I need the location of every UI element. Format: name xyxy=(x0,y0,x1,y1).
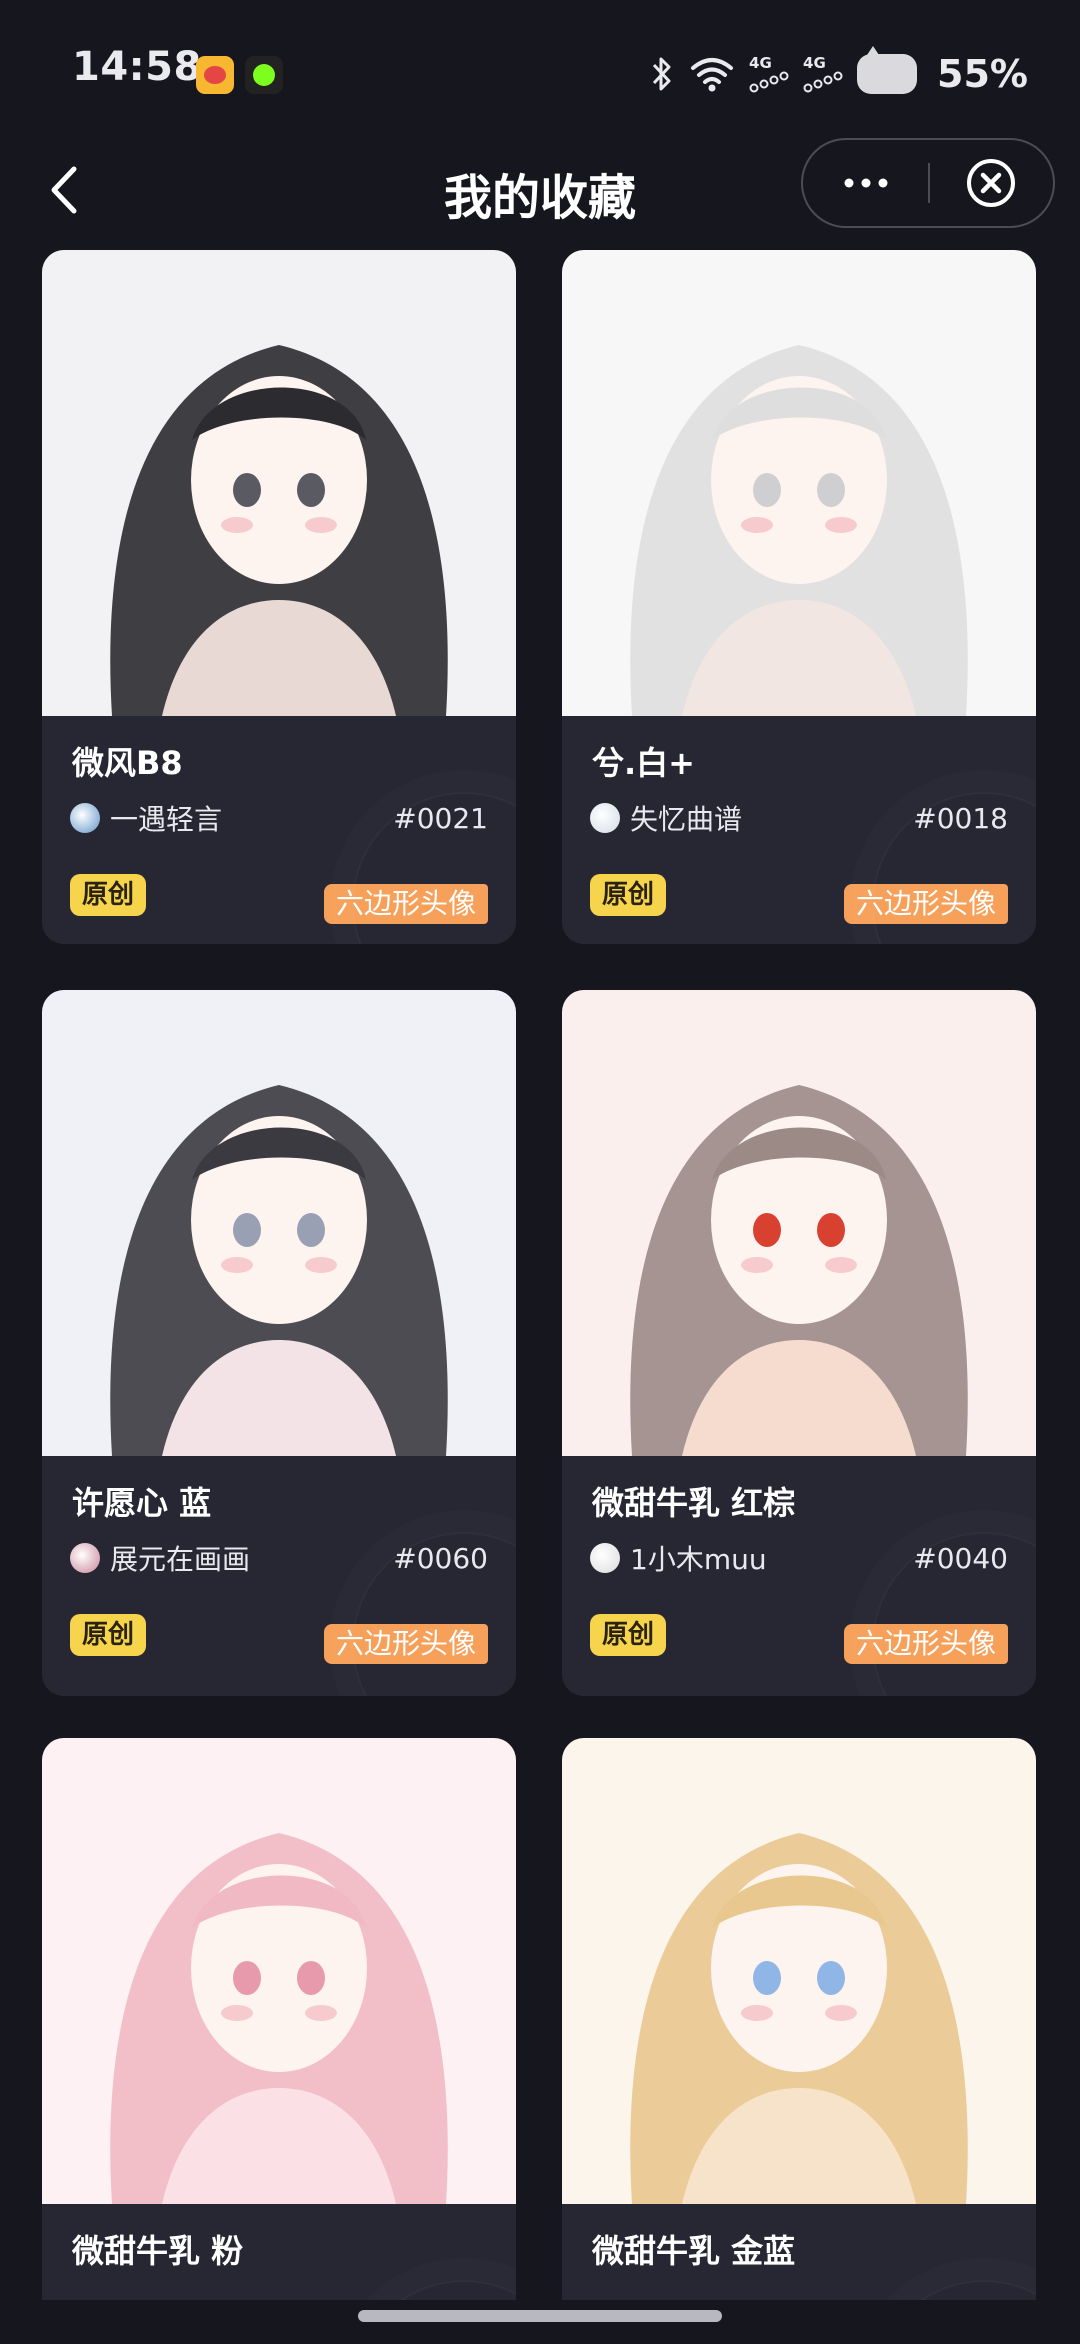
favorite-card[interactable]: 微风B8 一遇轻言 #0021 原创 六边形头像 xyxy=(42,250,516,944)
card-info: 微风B8 一遇轻言 #0021 原创 六边形头像 xyxy=(42,716,516,944)
signal-icon xyxy=(749,71,789,92)
artwork-eye xyxy=(817,473,845,507)
artwork-eye xyxy=(297,1961,325,1995)
weibo-app-icon xyxy=(196,56,234,94)
battery-cat-icon xyxy=(857,46,918,94)
artwork-blush xyxy=(221,1257,253,1273)
network-type-label: 4G xyxy=(749,53,772,72)
author-avatar xyxy=(590,803,620,833)
card-title: 许愿心 蓝 xyxy=(72,1484,212,1522)
author-name: 1小木muu xyxy=(630,1543,767,1576)
favorite-card[interactable]: 微甜牛乳 粉 xyxy=(42,1738,516,2300)
more-dots-icon xyxy=(844,178,887,188)
card-artwork xyxy=(42,1738,516,2204)
artwork-eye xyxy=(233,1213,261,1247)
artwork-blush xyxy=(221,2005,253,2021)
artwork-blush xyxy=(221,517,253,533)
card-title: 微甜牛乳 金蓝 xyxy=(592,2232,796,2270)
close-circle-icon xyxy=(966,159,1015,207)
card-title: 微甜牛乳 粉 xyxy=(72,2232,244,2270)
artwork-blush xyxy=(305,2005,337,2021)
hexagon-avatar-tag: 六边形头像 xyxy=(323,1624,488,1664)
bluetooth-icon xyxy=(652,57,671,91)
author-name: 失忆曲谱 xyxy=(630,803,743,836)
original-badge: 原创 xyxy=(590,874,667,916)
card-artwork xyxy=(562,250,1036,716)
author-avatar xyxy=(70,1543,100,1573)
card-number: #0018 xyxy=(913,801,1008,835)
home-indicator[interactable] xyxy=(358,2310,722,2322)
author-name: 展元在画画 xyxy=(110,1543,251,1576)
card-number: #0040 xyxy=(913,1541,1008,1575)
artwork-blush xyxy=(305,517,337,533)
original-badge: 原创 xyxy=(70,874,147,916)
author-avatar xyxy=(70,803,100,833)
green-dot-app-icon xyxy=(245,56,283,94)
hexagon-avatar-tag: 六边形头像 xyxy=(323,884,488,924)
card-info: 微甜牛乳 金蓝 xyxy=(562,2204,1036,2300)
wifi-icon xyxy=(691,58,734,92)
card-number: #0021 xyxy=(393,801,488,835)
status-icons: 4G 4G 55% xyxy=(649,46,1028,102)
hexagon-avatar-tag: 六边形头像 xyxy=(843,1624,1008,1664)
author-name: 一遇轻言 xyxy=(110,803,223,836)
artwork-eye xyxy=(233,473,261,507)
artwork-blush xyxy=(741,2005,773,2021)
battery-percentage: 55% xyxy=(937,52,1028,96)
artwork-blush xyxy=(825,517,857,533)
card-number: #0060 xyxy=(393,1541,488,1575)
status-time: 14:58 xyxy=(72,44,202,90)
author-row: 一遇轻言 #0021 xyxy=(70,798,488,838)
favorite-card[interactable]: 微甜牛乳 金蓝 xyxy=(562,1738,1036,2300)
card-artwork xyxy=(562,990,1036,1456)
card-info: 兮.白+ 失忆曲谱 #0018 原创 六边形头像 xyxy=(562,716,1036,944)
artwork-blush xyxy=(305,1257,337,1273)
card-info: 微甜牛乳 红棕 1小木muu #0040 原创 六边形头像 xyxy=(562,1456,1036,1696)
card-title: 兮.白+ xyxy=(592,744,695,782)
favorites-grid: 微风B8 一遇轻言 #0021 原创 六边形头像 兮.白+ 失忆曲谱 #0018 xyxy=(0,250,1080,2300)
hexagon-avatar-tag: 六边形头像 xyxy=(843,884,1008,924)
author-row: 1小木muu #0040 xyxy=(590,1538,1008,1578)
artwork-blush xyxy=(741,517,773,533)
author-row: 展元在画画 #0060 xyxy=(70,1538,488,1578)
favorite-card[interactable]: 兮.白+ 失忆曲谱 #0018 原创 六边形头像 xyxy=(562,250,1036,944)
close-button[interactable] xyxy=(928,140,1053,226)
signal-1: 4G xyxy=(749,53,789,93)
artwork-eye xyxy=(753,1213,781,1247)
artwork-eye xyxy=(817,1213,845,1247)
artwork-eye xyxy=(297,1213,325,1247)
artwork-blush xyxy=(825,2005,857,2021)
card-title: 微甜牛乳 红棕 xyxy=(592,1484,796,1522)
artwork-eye xyxy=(233,1961,261,1995)
more-button[interactable] xyxy=(803,140,928,226)
favorite-card[interactable]: 微甜牛乳 红棕 1小木muu #0040 原创 六边形头像 xyxy=(562,990,1036,1696)
artwork-blush xyxy=(825,1257,857,1273)
card-artwork xyxy=(42,250,516,716)
network-type-label: 4G xyxy=(803,53,826,72)
card-artwork xyxy=(42,990,516,1456)
nav-bar: 我的收藏 xyxy=(0,130,1080,250)
original-badge: 原创 xyxy=(70,1614,147,1656)
card-title: 微风B8 xyxy=(72,744,183,782)
original-badge: 原创 xyxy=(590,1614,667,1656)
card-info: 许愿心 蓝 展元在画画 #0060 原创 六边形头像 xyxy=(42,1456,516,1696)
artwork-blush xyxy=(741,1257,773,1273)
artwork-eye xyxy=(297,473,325,507)
favorite-card[interactable]: 许愿心 蓝 展元在画画 #0060 原创 六边形头像 xyxy=(42,990,516,1696)
signal-2: 4G xyxy=(803,53,843,93)
screen: 14:58 4G 4G 55% 我的收藏 微风B8 一遇轻言 #0021 原创 … xyxy=(0,0,1080,2344)
artwork-eye xyxy=(817,1961,845,1995)
author-avatar xyxy=(590,1543,620,1573)
signal-icon xyxy=(803,71,843,92)
card-info: 微甜牛乳 粉 xyxy=(42,2204,516,2300)
status-bar: 14:58 4G 4G 55% xyxy=(0,0,1080,130)
artwork-eye xyxy=(753,1961,781,1995)
author-row: 失忆曲谱 #0018 xyxy=(590,798,1008,838)
card-artwork xyxy=(562,1738,1036,2204)
capsule-menu xyxy=(801,138,1055,228)
artwork-eye xyxy=(753,473,781,507)
